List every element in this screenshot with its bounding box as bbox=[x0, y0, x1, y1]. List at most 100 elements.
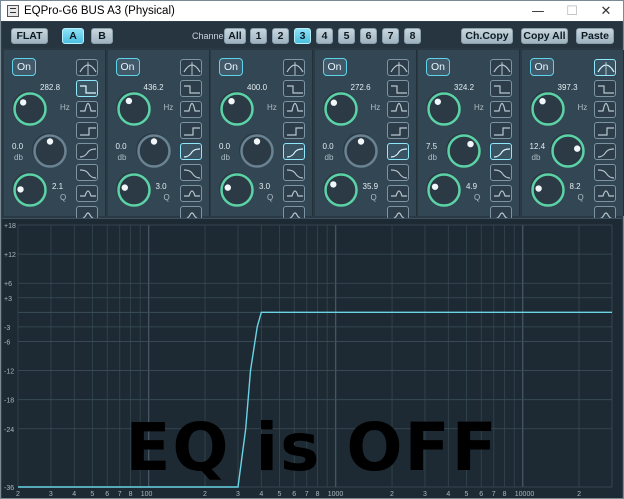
freq-unit: Hz bbox=[370, 103, 381, 112]
low-pass-icon[interactable] bbox=[283, 164, 305, 181]
low-shelf-icon[interactable] bbox=[490, 80, 512, 97]
high-shelf-icon[interactable] bbox=[179, 122, 202, 139]
frequency-knob[interactable] bbox=[529, 91, 565, 126]
low-shelf-icon[interactable] bbox=[386, 80, 409, 97]
high-pass-icon[interactable] bbox=[490, 143, 512, 160]
notch-icon[interactable] bbox=[283, 101, 305, 118]
q-value: 3.0 bbox=[155, 182, 167, 191]
preset-a-button[interactable]: A bbox=[62, 28, 84, 44]
channel-8-button[interactable]: 8 bbox=[404, 28, 421, 44]
notch-icon[interactable] bbox=[179, 101, 202, 118]
copy-all-button[interactable]: Copy All bbox=[521, 28, 568, 44]
q-knob[interactable] bbox=[219, 172, 254, 207]
low-shelf-icon[interactable] bbox=[179, 80, 202, 97]
high-shelf-icon[interactable] bbox=[76, 122, 98, 139]
flat-button[interactable]: FLAT bbox=[11, 28, 48, 44]
high-shelf-icon[interactable] bbox=[593, 122, 616, 139]
notch-icon[interactable] bbox=[490, 101, 512, 118]
eq-graph[interactable]: +18 +12 +6 +3 -3 -6 -12 -18 -24 -36 2 3 4 5 6 7 8 100 2 3 4 5… bbox=[2, 218, 622, 498]
peak-icon[interactable] bbox=[76, 185, 98, 202]
channel-6-button[interactable]: 6 bbox=[360, 28, 377, 44]
ch-copy-button[interactable]: Ch.Copy bbox=[461, 28, 513, 44]
channel-7-button[interactable]: 7 bbox=[382, 28, 399, 44]
band-pass-icon[interactable] bbox=[179, 59, 202, 76]
low-shelf-icon[interactable] bbox=[283, 80, 305, 97]
low-pass-icon[interactable] bbox=[76, 164, 98, 181]
low-pass-icon[interactable] bbox=[593, 164, 616, 181]
q-knob[interactable] bbox=[115, 172, 151, 207]
minimize-button[interactable]: — bbox=[521, 1, 555, 21]
high-pass-icon[interactable] bbox=[593, 143, 616, 160]
title-bar: EQPro-G6 BUS A3 (Physical) — ☐ ✕ bbox=[1, 1, 623, 21]
low-pass-icon[interactable] bbox=[386, 164, 409, 181]
paste-button[interactable]: Paste bbox=[576, 28, 614, 44]
frequency-knob[interactable] bbox=[219, 91, 254, 126]
notch-icon[interactable] bbox=[593, 101, 616, 118]
peak-icon[interactable] bbox=[490, 185, 512, 202]
high-shelf-icon[interactable] bbox=[386, 122, 409, 139]
peak-icon[interactable] bbox=[179, 185, 202, 202]
low-pass-icon[interactable] bbox=[179, 164, 202, 181]
band-pass-icon[interactable] bbox=[593, 59, 616, 76]
band-pass-icon[interactable] bbox=[490, 59, 512, 76]
frequency-knob[interactable] bbox=[12, 91, 47, 126]
channel-3-button[interactable]: 3 bbox=[294, 28, 311, 44]
q-knob[interactable] bbox=[12, 172, 47, 207]
gain-knob[interactable] bbox=[135, 133, 171, 168]
gain-knob[interactable] bbox=[342, 133, 378, 168]
band-on-button[interactable]: On bbox=[322, 58, 347, 76]
band-pass-icon[interactable] bbox=[76, 59, 98, 76]
q-knob[interactable] bbox=[426, 172, 461, 207]
freq-unit: Hz bbox=[474, 103, 484, 112]
band-on-button[interactable]: On bbox=[12, 58, 36, 76]
freq-tick-label: 100 bbox=[141, 491, 153, 498]
frequency-knob[interactable] bbox=[115, 91, 151, 126]
low-pass-icon[interactable] bbox=[490, 164, 512, 181]
freq-tick-label: 5 bbox=[277, 491, 281, 498]
high-pass-icon[interactable] bbox=[76, 143, 98, 160]
high-pass-icon[interactable] bbox=[283, 143, 305, 160]
frequency-knob[interactable] bbox=[322, 91, 358, 126]
gain-knob[interactable] bbox=[239, 133, 274, 168]
band-on-button[interactable]: On bbox=[426, 58, 450, 76]
gain-knob[interactable] bbox=[446, 133, 481, 168]
peak-icon[interactable] bbox=[593, 185, 616, 202]
notch-icon[interactable] bbox=[386, 101, 409, 118]
band-on-button[interactable]: On bbox=[219, 58, 243, 76]
app-icon bbox=[7, 5, 19, 17]
high-pass-icon[interactable] bbox=[179, 143, 202, 160]
gain-knob[interactable] bbox=[549, 133, 585, 168]
band-pass-icon[interactable] bbox=[283, 59, 305, 76]
channel-2-button[interactable]: 2 bbox=[272, 28, 289, 44]
band-1: On 282.8 Hz 0.0 db 2.1 Q bbox=[4, 50, 106, 223]
freq-unit: Hz bbox=[163, 103, 174, 112]
peak-icon[interactable] bbox=[283, 185, 305, 202]
band-pass-icon[interactable] bbox=[386, 59, 409, 76]
close-button[interactable]: ✕ bbox=[589, 1, 623, 21]
band-panel: On 282.8 Hz 0.0 db 2.1 Q On 436.2 Hz 0.0 db 3.0 Q On 40… bbox=[2, 48, 624, 223]
gain-value: 0.0 bbox=[115, 142, 127, 151]
freq-tick-label: 2 bbox=[577, 491, 581, 498]
maximize-button[interactable]: ☐ bbox=[555, 1, 589, 21]
low-shelf-icon[interactable] bbox=[593, 80, 616, 97]
gain-value: 0.0 bbox=[12, 142, 24, 151]
freq-tick-label: 6 bbox=[105, 491, 109, 498]
peak-icon[interactable] bbox=[386, 185, 409, 202]
band-on-button[interactable]: On bbox=[529, 58, 554, 76]
q-knob[interactable] bbox=[322, 172, 358, 207]
band-on-button[interactable]: On bbox=[115, 58, 140, 76]
high-pass-icon[interactable] bbox=[386, 143, 409, 160]
low-shelf-icon[interactable] bbox=[76, 80, 98, 97]
notch-icon[interactable] bbox=[76, 101, 98, 118]
channel-5-button[interactable]: 5 bbox=[338, 28, 355, 44]
high-shelf-icon[interactable] bbox=[283, 122, 305, 139]
channel-4-button[interactable]: 4 bbox=[316, 28, 333, 44]
gain-knob[interactable] bbox=[32, 133, 67, 168]
frequency-knob[interactable] bbox=[426, 91, 461, 126]
channel-1-button[interactable]: 1 bbox=[250, 28, 267, 44]
preset-b-button[interactable]: B bbox=[91, 28, 113, 44]
q-knob[interactable] bbox=[529, 172, 565, 207]
channel-all-button[interactable]: All bbox=[224, 28, 246, 44]
high-shelf-icon[interactable] bbox=[490, 122, 512, 139]
db-tick-label: -6 bbox=[4, 339, 10, 346]
